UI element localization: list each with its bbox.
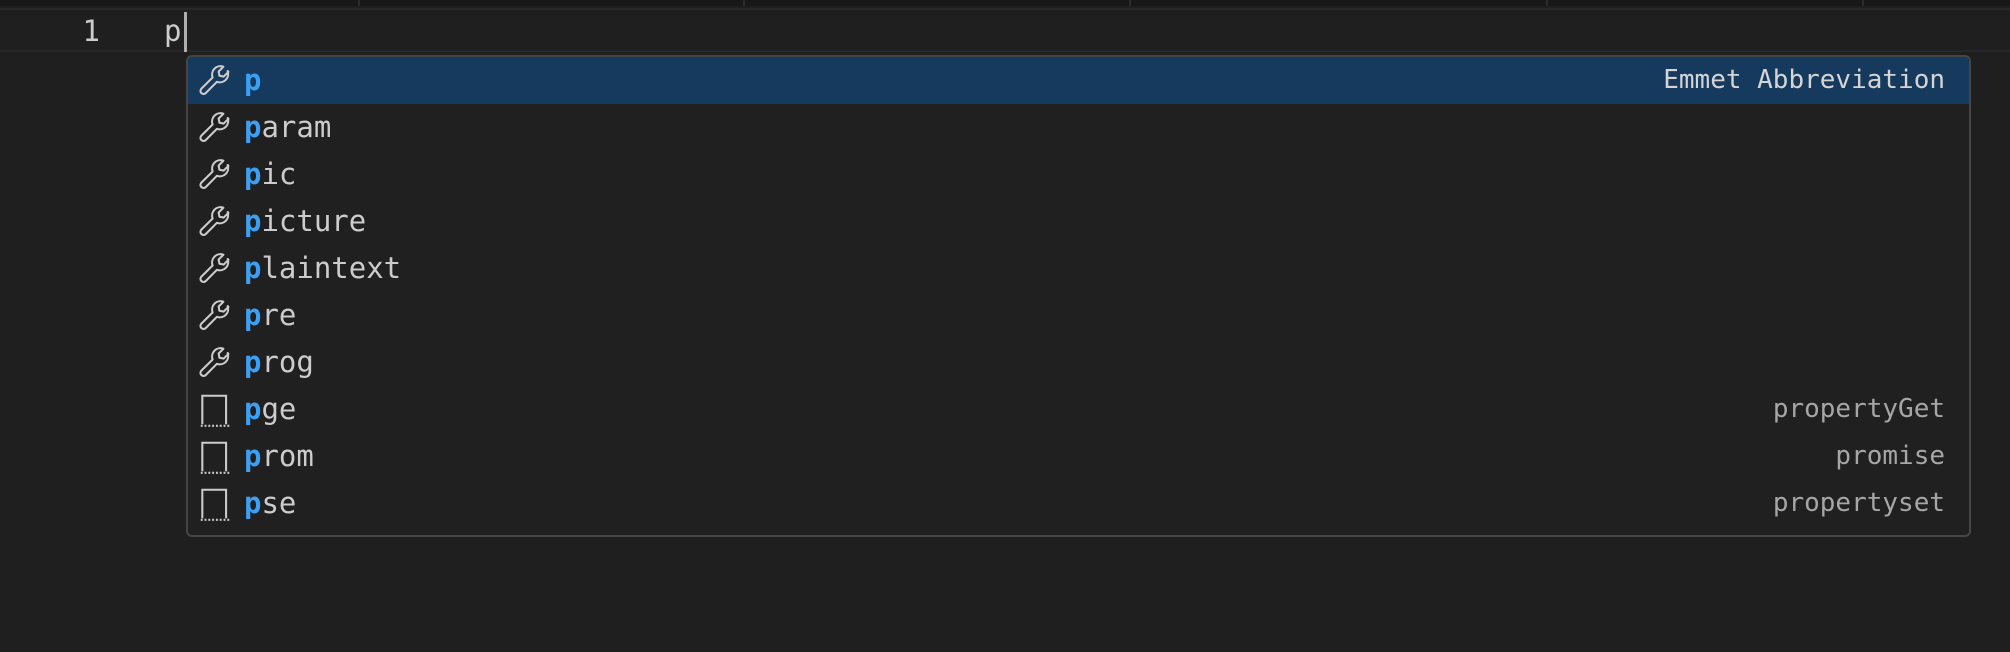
wrench-icon xyxy=(196,297,234,335)
suggestion-match-highlight: p xyxy=(244,298,262,332)
suggestion-match-highlight: p xyxy=(244,110,262,144)
suggestion-label: pic xyxy=(244,151,296,198)
suggestion-item[interactable]: pse propertyset xyxy=(188,480,1969,527)
suggestion-label: param xyxy=(244,104,331,151)
wrench-icon xyxy=(196,250,234,288)
suggestion-label: p xyxy=(244,57,261,104)
snippet-icon xyxy=(196,485,234,523)
tab-divider xyxy=(358,0,360,6)
suggestion-match-highlight: p xyxy=(244,345,262,379)
current-line-highlight xyxy=(0,8,2010,52)
tab-divider xyxy=(1546,0,1548,6)
suggestion-label: plaintext xyxy=(244,245,401,292)
line-number: 1 xyxy=(82,14,100,48)
suggestion-detail: propertyGet xyxy=(1772,394,1945,424)
tab-divider xyxy=(743,0,745,6)
suggestion-item[interactable]: param xyxy=(188,104,1969,151)
editor-line-text[interactable]: p xyxy=(164,11,181,51)
suggestion-item[interactable]: pre xyxy=(188,292,1969,339)
suggestion-label-rest: ge xyxy=(261,392,297,426)
suggestion-item[interactable]: prom promise xyxy=(188,433,1969,480)
wrench-icon xyxy=(196,156,234,194)
suggestion-item[interactable]: pic xyxy=(188,151,1969,198)
suggestion-item[interactable]: plaintext xyxy=(188,245,1969,292)
text-cursor xyxy=(184,12,187,52)
suggestion-label-rest: se xyxy=(261,486,297,520)
suggestion-label-rest: re xyxy=(261,298,297,332)
suggestion-match-highlight: p xyxy=(244,157,262,191)
suggestion-label: prog xyxy=(244,339,314,386)
suggestion-label-rest: icture xyxy=(261,204,367,238)
suggestion-label: picture xyxy=(244,198,366,245)
suggestion-label-rest: rog xyxy=(261,345,314,379)
suggestion-match-highlight: p xyxy=(244,204,262,238)
suggestion-match-highlight: p xyxy=(244,63,262,97)
suggestion-match-highlight: p xyxy=(244,486,262,520)
suggestion-label-rest: rom xyxy=(261,439,314,473)
suggestion-detail: Emmet Abbreviation xyxy=(1663,65,1945,95)
suggestion-label: prom xyxy=(244,433,314,480)
wrench-icon xyxy=(196,62,234,100)
suggestion-item[interactable]: pge propertyGet xyxy=(188,386,1969,433)
suggestion-item[interactable]: p Emmet Abbreviation xyxy=(188,57,1969,104)
tab-divider xyxy=(1862,0,1864,6)
suggestion-detail: propertyset xyxy=(1772,488,1945,518)
suggestion-item[interactable]: prog xyxy=(188,339,1969,386)
suggestion-match-highlight: p xyxy=(244,392,262,426)
suggestion-label-rest: aram xyxy=(261,110,332,144)
suggestion-match-highlight: p xyxy=(244,439,262,473)
suggestion-label: pre xyxy=(244,292,296,339)
tab-divider xyxy=(1129,0,1131,6)
suggestion-label-rest: laintext xyxy=(261,251,402,285)
wrench-icon xyxy=(196,203,234,241)
suggestion-match-highlight: p xyxy=(244,251,262,285)
suggestion-label: pse xyxy=(244,480,296,527)
wrench-icon xyxy=(196,344,234,382)
suggestion-detail: promise xyxy=(1835,441,1945,471)
suggest-widget[interactable]: p Emmet Abbreviation param pic picture plaint… xyxy=(186,55,1971,537)
suggestion-label-rest: ic xyxy=(261,157,297,191)
snippet-icon xyxy=(196,438,234,476)
wrench-icon xyxy=(196,109,234,147)
suggestion-item[interactable]: picture xyxy=(188,198,1969,245)
snippet-icon xyxy=(196,391,234,429)
suggestion-label: pge xyxy=(244,386,296,433)
tab-strip xyxy=(0,0,2010,6)
